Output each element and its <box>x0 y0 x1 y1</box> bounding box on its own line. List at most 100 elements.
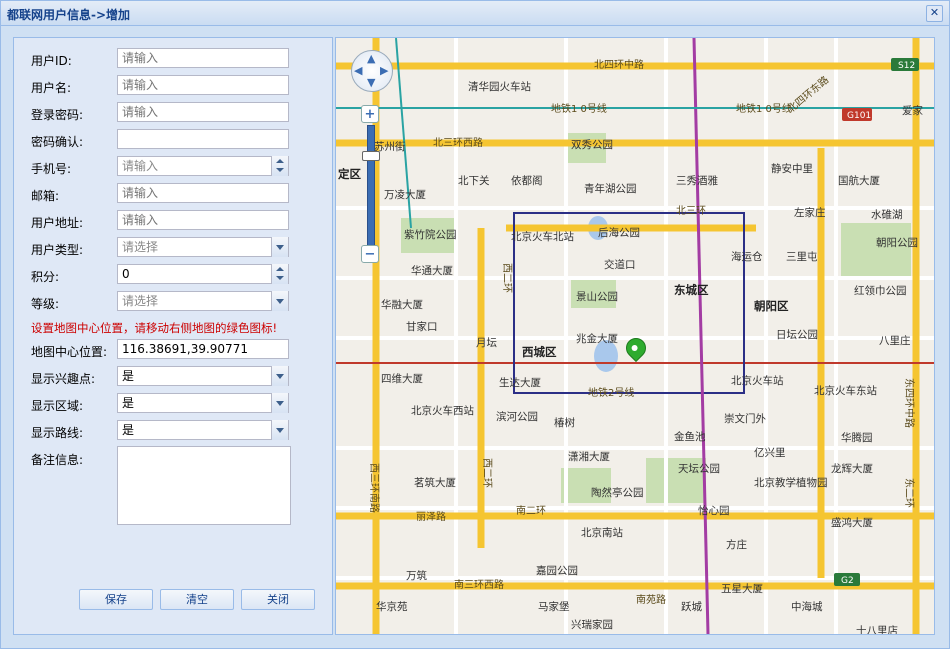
map-label-poi: 五星大厦 <box>721 582 763 595</box>
map-canvas[interactable]: 北四环中路 清华园火车站 地铁1 0号线 地铁1 0号线 北三环西路 双秀公园 … <box>336 38 934 634</box>
pan-right-icon[interactable]: ▶ <box>380 64 388 77</box>
level-select[interactable]: 请选择 <box>117 291 289 311</box>
show-poi-select[interactable]: 是 <box>117 366 289 386</box>
form-row-map-center: 地图中心位置: 116.38691,39.90771 <box>14 339 332 361</box>
show-route-select[interactable]: 是 <box>117 420 289 440</box>
zoom-slider-thumb[interactable] <box>362 151 380 161</box>
map-label-poi: 青年湖公园 <box>584 182 637 195</box>
level-placeholder: 请选择 <box>122 294 159 308</box>
map-label-road: 南二环 <box>516 504 546 517</box>
map-center-value: 116.38691,39.90771 <box>122 342 248 356</box>
map-label-poi: 亿兴里 <box>754 446 786 459</box>
map-label-road: 北三环西路 <box>433 136 483 149</box>
map-label-road: 东四环中路 <box>903 378 916 428</box>
map-label-poi: 双秀公园 <box>571 139 613 151</box>
map-label-subway: 地铁1 0号线 <box>551 102 607 115</box>
pan-left-icon[interactable]: ◀ <box>354 64 362 77</box>
email-input[interactable] <box>117 183 289 203</box>
map-label-road: 丽泽路 <box>416 510 446 523</box>
points-spinner[interactable]: 0 <box>117 264 289 284</box>
remark-textarea[interactable] <box>117 446 291 525</box>
form-row-user-id: 用户ID: <box>14 48 332 70</box>
map-zoom-control[interactable]: + − <box>361 105 380 265</box>
map-label-poi: 朝阳公园 <box>876 237 918 249</box>
map-label-poi: 方庄 <box>726 538 747 551</box>
chevron-down-icon[interactable] <box>271 393 288 413</box>
clear-button[interactable]: 清空 <box>160 589 234 610</box>
map-label-poi: 交道口 <box>604 258 636 271</box>
spinner-arrows-icon[interactable] <box>271 264 288 284</box>
map-label-poi: 滨河公园 <box>496 410 538 423</box>
map-label-poi: 北下关 <box>458 174 490 187</box>
form-row-show-region: 显示区域: 是 <box>14 393 332 415</box>
form-row-password-confirm: 密码确认: <box>14 129 332 151</box>
map-label-poi: 依都阁 <box>511 174 543 187</box>
map-label-poi: 盛鸿大厦 <box>831 516 873 529</box>
map-label-poi: 华京苑 <box>376 600 408 613</box>
highway-label: G101 <box>847 111 871 121</box>
password-confirm-label: 密码确认: <box>31 135 84 149</box>
password-confirm-input[interactable] <box>117 129 289 149</box>
show-poi-value: 是 <box>122 369 135 383</box>
save-button[interactable]: 保存 <box>79 589 153 610</box>
map-pan-control[interactable]: ▲ ▼ ◀ ▶ <box>351 50 393 92</box>
map-label-poi: 跃城 <box>681 601 702 613</box>
map-label-road: 北四环中路 <box>594 58 644 71</box>
phone-label: 手机号: <box>31 162 72 176</box>
show-region-select[interactable]: 是 <box>117 393 289 413</box>
zoom-out-button[interactable]: − <box>361 245 379 263</box>
form-row-level: 等级: 请选择 <box>14 291 332 313</box>
map-label-poi: 爱家 <box>902 104 923 117</box>
chevron-down-icon[interactable] <box>271 366 288 386</box>
map-label-poi: 金鱼池 <box>674 430 706 443</box>
map-label-district: 西城区 <box>522 345 557 359</box>
map-label-road: 东二环 <box>903 478 916 508</box>
user-type-select[interactable]: 请选择 <box>117 237 289 257</box>
user-type-placeholder: 请选择 <box>122 240 159 254</box>
map-label-poi: 天坛公园 <box>678 462 720 475</box>
map-label-poi: 甘家口 <box>406 320 438 333</box>
zoom-track[interactable] <box>367 125 375 251</box>
user-id-input[interactable] <box>117 48 289 68</box>
title-bar[interactable]: 都联网用户信息->增加 ✕ <box>1 1 949 26</box>
map-label-poi: 月坛 <box>476 336 497 349</box>
dialog-window: 都联网用户信息->增加 ✕ 用户ID: 用户名: 登录密码: 密码确认: 手机号… <box>0 0 950 649</box>
map-panel[interactable]: 北四环中路 清华园火车站 地铁1 0号线 地铁1 0号线 北三环西路 双秀公园 … <box>335 37 935 635</box>
close-button[interactable]: 关闭 <box>241 589 315 610</box>
phone-spinner[interactable]: 请输入 <box>117 156 289 176</box>
map-label-poi: 怡心园 <box>698 504 730 517</box>
highway-label: S12 <box>898 61 915 71</box>
username-input[interactable] <box>117 75 289 95</box>
form-row-email: 邮箱: <box>14 183 332 205</box>
map-label-poi: 北京教学植物园 <box>754 476 828 489</box>
map-label-subway: 地铁2号线 <box>588 386 634 399</box>
map-label-poi: 潇湘大厦 <box>568 450 610 463</box>
form-row-user-type: 用户类型: 请选择 <box>14 237 332 259</box>
map-label-poi: 万凌大厦 <box>384 188 426 201</box>
chevron-down-icon[interactable] <box>271 420 288 440</box>
map-label-poi: 华腾园 <box>841 431 873 444</box>
map-label-poi: 嘉园公园 <box>536 564 578 577</box>
map-label-road: 西二环 <box>501 263 512 293</box>
close-icon[interactable]: ✕ <box>926 5 943 22</box>
chevron-down-icon[interactable] <box>271 237 288 257</box>
show-route-value: 是 <box>122 423 135 437</box>
map-label-poi: 华通大厦 <box>411 264 453 277</box>
map-label-road: 南三环西路 <box>454 578 504 591</box>
address-input[interactable] <box>117 210 289 230</box>
username-label: 用户名: <box>31 81 72 95</box>
map-label-poi: 椿树 <box>554 416 575 429</box>
map-label-poi: 三秀酒雅 <box>676 174 718 187</box>
map-center-input[interactable]: 116.38691,39.90771 <box>117 339 289 359</box>
pan-up-icon[interactable]: ▲ <box>367 52 375 65</box>
pan-down-icon[interactable]: ▼ <box>367 76 375 89</box>
map-label-subway: 地铁1 0号线 <box>736 102 792 115</box>
chevron-down-icon[interactable] <box>271 291 288 311</box>
map-label-poi: 崇文门外 <box>724 412 766 425</box>
spinner-arrows-icon[interactable] <box>271 156 288 176</box>
password-input[interactable] <box>117 102 289 122</box>
zoom-in-button[interactable]: + <box>361 105 379 123</box>
map-label-poi: 海运仓 <box>731 250 763 263</box>
map-label-road: 西三环南路 <box>368 463 381 513</box>
map-label-poi: 日坛公园 <box>776 328 818 341</box>
